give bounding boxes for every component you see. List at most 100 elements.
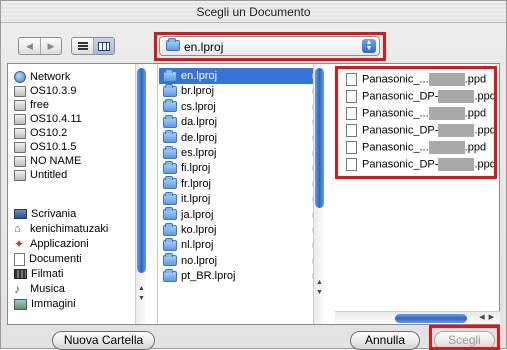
scroll-thumb[interactable] xyxy=(395,314,467,323)
folder-row-label: cs.lproj xyxy=(181,100,216,113)
folder-icon xyxy=(163,222,177,236)
sidebar-item-label: kenichimatuzaki xyxy=(30,223,109,235)
folder-icon xyxy=(163,160,177,174)
folder-row[interactable]: da.lproj▶ xyxy=(159,114,324,130)
folder-row-label: fr.lproj xyxy=(181,177,211,190)
folder-column: en.lproj▶br.lproj▶cs.lproj▶da.lproj▶de.l… xyxy=(159,64,324,324)
removable-disk-icon xyxy=(14,155,26,167)
folder-row-label: en.lproj xyxy=(181,70,218,82)
folder-row[interactable]: no.lproj▶ xyxy=(159,253,324,269)
folder-icon xyxy=(163,237,177,251)
sidebar-item-label: Musica xyxy=(30,283,65,295)
folder-row[interactable]: cs.lproj▶ xyxy=(159,99,324,115)
desktop-icon xyxy=(14,209,27,219)
new-folder-button[interactable]: Nuova Cartella xyxy=(52,331,155,350)
scroll-up-arrow-icon[interactable]: ▲ xyxy=(315,278,324,287)
folder-row-label: br.lproj xyxy=(181,85,215,98)
view-switcher xyxy=(71,37,115,55)
folder-icon xyxy=(163,68,177,82)
folder-row-label: pt_BR.lproj xyxy=(181,270,236,283)
horizontal-scrollbar[interactable]: ◀▶ xyxy=(335,311,500,324)
sidebar-item-volume[interactable]: OS10.1.5 xyxy=(14,140,76,154)
scroll-down-arrow-icon[interactable]: ▼ xyxy=(137,294,146,303)
list-view-icon[interactable] xyxy=(72,38,93,54)
hard-disk-icon xyxy=(14,99,26,111)
folder-row[interactable]: fr.lproj▶ xyxy=(159,176,324,192)
folder-row[interactable]: ko.lproj▶ xyxy=(159,222,324,238)
folder-icon xyxy=(163,191,177,205)
scroll-down-arrow-icon[interactable]: ▼ xyxy=(315,288,324,297)
folder-icon xyxy=(163,268,177,282)
sidebar: Network OS10.3.9 free OS10.4.11 OS10.2 O… xyxy=(8,64,158,324)
sidebar-item-volume[interactable]: OS10.4.11 xyxy=(14,112,82,126)
folder-icon xyxy=(163,83,177,97)
column-view-icon[interactable] xyxy=(93,38,114,54)
sidebar-item-label: OS10.4.11 xyxy=(30,113,82,125)
location-popup[interactable]: en.lproj ▲ ▼ xyxy=(159,36,380,56)
documents-icon xyxy=(14,252,25,266)
sidebar-item-music[interactable]: ♪ Musica xyxy=(14,282,65,296)
scroll-up-arrow-icon[interactable]: ▲ xyxy=(137,284,146,293)
scroll-thumb[interactable] xyxy=(315,68,324,208)
folder-row[interactable]: it.lproj▶ xyxy=(159,191,324,207)
sidebar-item-volume[interactable]: NO NAME xyxy=(14,154,81,168)
folder-column-scrollbar[interactable]: ▲ ▼ xyxy=(313,64,324,324)
sidebar-item-documents[interactable]: Documenti xyxy=(14,252,82,266)
window-title: Scegli un Documento xyxy=(1,1,506,23)
back-arrow-icon[interactable]: ◀ xyxy=(19,38,40,54)
folder-row[interactable]: en.lproj▶ xyxy=(159,68,324,84)
sidebar-item-volume[interactable]: OS10.3.9 xyxy=(14,84,76,98)
sidebar-item-label: Filmati xyxy=(31,268,64,280)
folder-row-label: it.lproj xyxy=(181,193,211,206)
sidebar-item-label: Untitled xyxy=(30,169,68,181)
removable-disk-icon xyxy=(14,169,26,181)
sidebar-item-volume[interactable]: free xyxy=(14,98,49,112)
folder-row-label: ko.lproj xyxy=(181,224,217,236)
sidebar-item-pictures[interactable]: Immagini xyxy=(14,297,76,311)
sidebar-item-volume[interactable]: Untitled xyxy=(14,168,67,182)
folder-icon xyxy=(166,38,180,51)
sidebar-item-label: OS10.2 xyxy=(30,127,68,139)
sidebar-item-label: Scrivania xyxy=(31,208,77,220)
sidebar-item-label: Applicazioni xyxy=(30,238,89,250)
folder-row-label: ja.lproj xyxy=(181,208,214,221)
hard-disk-icon xyxy=(14,127,26,139)
scroll-thumb[interactable] xyxy=(137,68,146,273)
folder-row-label: es.lproj xyxy=(181,147,217,159)
folder-row[interactable]: fi.lproj▶ xyxy=(159,160,324,176)
sidebar-item-label: NO NAME xyxy=(30,155,82,167)
files-highlight xyxy=(335,66,497,179)
sidebar-item-volume[interactable]: OS10.2 xyxy=(14,126,67,140)
forward-arrow-icon[interactable]: ▶ xyxy=(40,38,61,54)
location-popup-label: en.lproj xyxy=(184,40,224,54)
hard-disk-icon xyxy=(14,85,26,97)
folder-row[interactable]: nl.lproj▶ xyxy=(159,237,324,253)
folder-row[interactable]: pt_BR.lproj▶ xyxy=(159,268,324,284)
folder-row[interactable]: ja.lproj▶ xyxy=(159,207,324,223)
sidebar-item-applications[interactable]: ✦ Applicazioni xyxy=(14,237,89,251)
sidebar-item-home[interactable]: ⌂ kenichimatuzaki xyxy=(14,222,108,236)
home-icon: ⌂ xyxy=(14,222,21,235)
folder-row[interactable]: de.lproj▶ xyxy=(159,130,324,146)
network-globe-icon xyxy=(14,71,26,83)
folder-icon xyxy=(163,253,177,267)
music-icon: ♪ xyxy=(14,282,20,296)
hard-disk-icon xyxy=(14,113,26,125)
choose-button-highlight xyxy=(429,325,500,350)
folder-row[interactable]: es.lproj▶ xyxy=(159,145,324,161)
sidebar-item-label: Network xyxy=(30,71,71,83)
folder-row-label: da.lproj xyxy=(181,116,218,129)
sidebar-scrollbar[interactable]: ▲ ▼ xyxy=(135,64,146,324)
folder-icon xyxy=(163,99,177,113)
sidebar-item-desktop[interactable]: Scrivania xyxy=(14,207,76,221)
sidebar-item-network[interactable]: Network xyxy=(14,70,70,84)
folder-icon xyxy=(163,207,177,221)
sidebar-item-movies[interactable]: Filmati xyxy=(14,267,63,281)
scroll-arrows-icon[interactable]: ◀▶ xyxy=(479,313,498,321)
back-forward-control: ◀ ▶ xyxy=(18,37,62,55)
cancel-button[interactable]: Annulla xyxy=(350,331,420,350)
folder-row-label: fi.lproj xyxy=(181,162,211,175)
folder-icon xyxy=(163,114,177,128)
folder-row[interactable]: br.lproj▶ xyxy=(159,83,324,99)
folder-icon xyxy=(163,145,177,159)
